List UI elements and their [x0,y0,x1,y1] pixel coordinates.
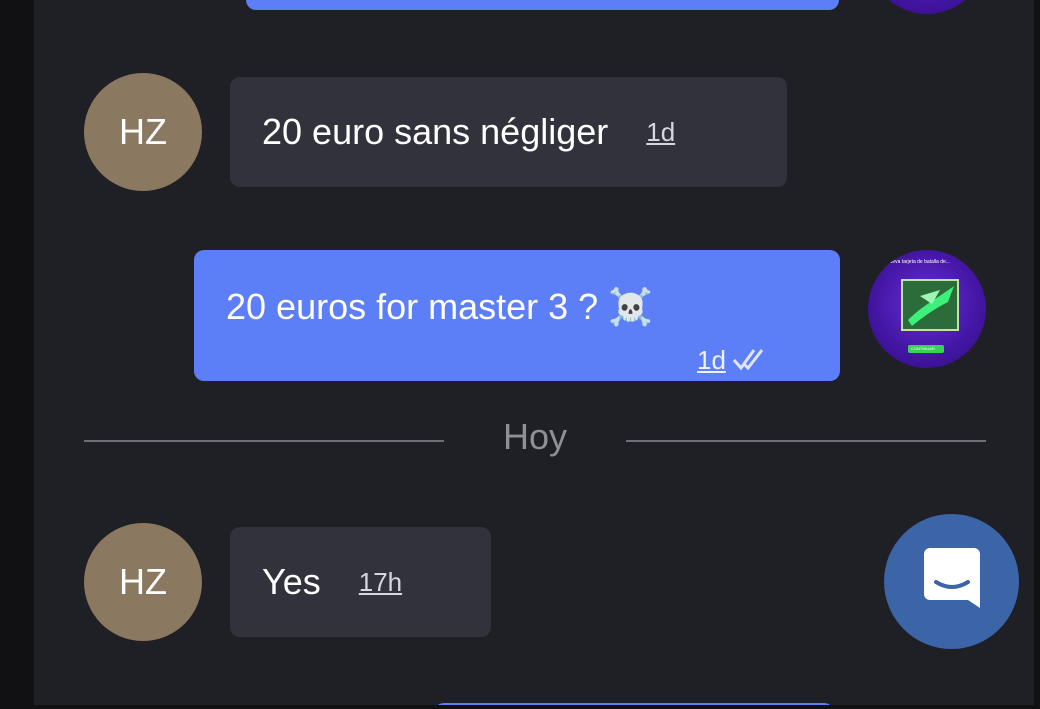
chat-panel: HZ 20 euro sans négliger 1d 20 euros for… [34,0,1034,705]
incoming-message-bubble[interactable]: Yes 17h [230,527,491,637]
outgoing-message-bubble[interactable]: 20 euros for master 3 ? ☠️ 1d [194,250,840,381]
divider-line-left [84,440,444,442]
read-receipt-icon [732,339,766,381]
outgoing-avatar-partial [868,0,986,14]
day-divider-label: Hoy [502,416,568,457]
outgoing-bubble-partial[interactable] [246,0,839,10]
divider-line-right [626,440,986,442]
game-card-button: CONTINUAR [911,346,935,351]
message-timestamp[interactable]: 17h [359,567,402,598]
outgoing-bubble-partial[interactable] [434,703,834,705]
message-text: 20 euros for master 3 ? ☠️ [226,286,654,327]
message-timestamp[interactable]: 1d [697,345,726,376]
incoming-message-bubble[interactable]: 20 euro sans négliger 1d [230,77,787,187]
message-text: 20 euro sans négliger [262,111,609,152]
chat-bubble-smile-icon [922,546,982,617]
message-timestamp[interactable]: 1d [646,117,675,148]
message-text: Yes [262,561,321,602]
message-meta: 1d [697,339,766,381]
game-card-caption: Nueva tarjeta de batalla de... [886,259,950,265]
sender-avatar[interactable]: HZ [84,73,202,191]
sender-initials: HZ [119,561,167,602]
outgoing-avatar[interactable]: Nueva tarjeta de batalla de... CONTINUAR [868,250,986,368]
sender-avatar[interactable]: HZ [84,523,202,641]
messenger-launcher-button[interactable] [884,514,1019,649]
sender-initials: HZ [119,111,167,152]
